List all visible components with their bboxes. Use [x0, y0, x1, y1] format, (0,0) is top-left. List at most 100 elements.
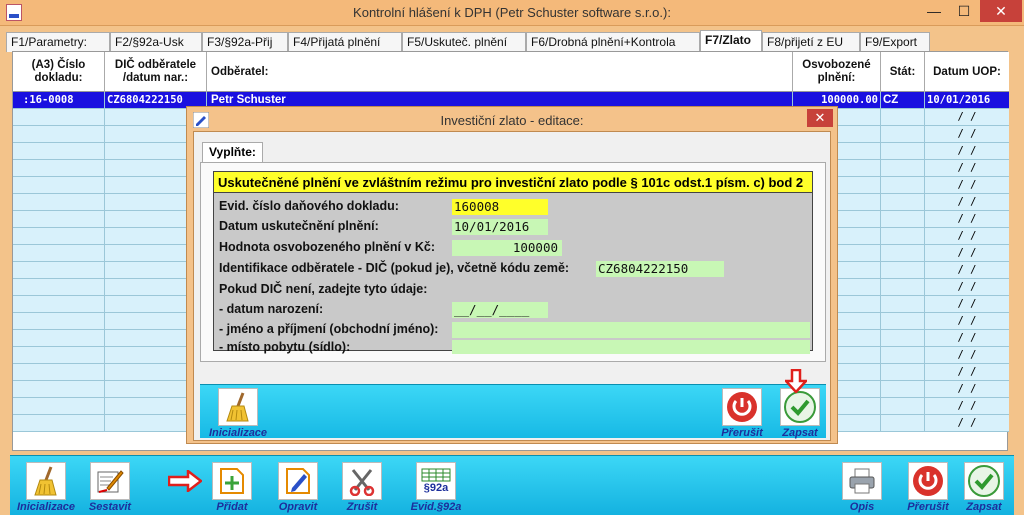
dialog-tab-panel: Uskutečněné plnění ve zvláštním režimu p… — [200, 162, 826, 362]
table-cell: / / — [957, 383, 977, 395]
dialog-footer: Inicializace Přerušit Zapsat — [200, 384, 826, 439]
date-input[interactable]: 10/01/2016 — [452, 219, 548, 235]
address-input[interactable] — [452, 340, 810, 354]
dialog-save-button[interactable]: Zapsat — [778, 388, 822, 439]
init-button[interactable]: Inicializace — [16, 462, 76, 513]
dialog-cancel-button[interactable]: Přerušit — [720, 388, 764, 439]
table-cell — [881, 160, 925, 177]
table-cell — [881, 177, 925, 194]
name-input[interactable] — [452, 322, 810, 338]
cell-date: 10/01/2016 — [927, 94, 991, 106]
cancel-button[interactable]: Přerušit — [906, 462, 950, 513]
gold-form: Uskutečněné plnění ve zvláštním režimu p… — [213, 171, 813, 354]
tab-uskutec-plneni[interactable]: F5/Uskuteč. plnění — [402, 32, 526, 52]
power-icon — [722, 388, 762, 426]
name-label: - jméno a příjmení (obchodní jméno): — [219, 322, 439, 336]
col-header-dic: DIČ odběratele /datum nar.: — [105, 52, 207, 92]
table-cell — [13, 194, 105, 211]
table-cell: / / — [957, 315, 977, 327]
save-button[interactable]: Zapsat — [962, 462, 1006, 513]
table-cell — [881, 398, 925, 415]
add-label: Přidat — [216, 501, 248, 513]
table-cell — [881, 228, 925, 245]
table-cell — [13, 228, 105, 245]
table-cell — [881, 279, 925, 296]
table-cell — [13, 262, 105, 279]
add-button[interactable]: Přidat — [210, 462, 254, 513]
tab-zlato[interactable]: F7/Zlato — [700, 30, 762, 53]
tab-drobna-plneni[interactable]: F6/Drobná plnění+Kontrola — [526, 32, 700, 52]
table-cell: / / — [957, 366, 977, 378]
dic-input[interactable]: CZ6804222150 — [596, 261, 724, 277]
dic-label: Identifikace odběratele - DIČ (pokud je)… — [219, 261, 570, 275]
table-cell: / / — [957, 247, 977, 259]
table-cell: / / — [957, 196, 977, 208]
window-title: Kontrolní hlášení k DPH (Petr Schuster s… — [353, 5, 671, 20]
table-cell — [881, 381, 925, 398]
broom-icon — [218, 388, 258, 426]
table-cell — [13, 347, 105, 364]
dialog-close-button[interactable]: ✕ — [807, 109, 833, 127]
table-cell: / / — [957, 400, 977, 412]
minimize-button[interactable]: — — [920, 0, 948, 22]
tab-prijata-plneni[interactable]: F4/Přijatá plnění — [288, 32, 402, 52]
cancel-label: Přerušit — [907, 501, 949, 513]
save-label: Zapsat — [966, 501, 1002, 513]
table-cell — [881, 194, 925, 211]
maximize-button[interactable]: ☐ — [950, 0, 978, 22]
tab-prijeti-z-eu[interactable]: F8/přijetí z EU — [762, 32, 860, 52]
bottom-toolbar: Inicializace Sestavit Přidat Opravit Zru… — [10, 455, 1014, 515]
form-heading: Uskutečněné plnění ve zvláštním režimu p… — [214, 172, 812, 193]
print-label: Opis — [849, 501, 875, 513]
dialog-init-label: Inicializace — [208, 427, 268, 439]
tab-parametry[interactable]: F1/Parametry: — [6, 32, 110, 52]
close-button[interactable]: ✕ — [980, 0, 1022, 22]
red-arrow-right-icon — [168, 470, 202, 492]
table-cell — [13, 160, 105, 177]
amount-label: Hodnota osvobozeného plnění v Kč: — [219, 240, 435, 254]
power-icon — [908, 462, 948, 500]
tab-92a-usk[interactable]: F2/§92a-Usk — [110, 32, 202, 52]
table-cell: / / — [957, 298, 977, 310]
table-cell — [13, 364, 105, 381]
title-bar: Kontrolní hlášení k DPH (Petr Schuster s… — [0, 0, 1024, 26]
tab-vyplnte[interactable]: Vyplňte: — [202, 142, 263, 162]
edit-label: Opravit — [278, 501, 318, 513]
table-cell: / / — [957, 128, 977, 140]
table-cell — [881, 143, 925, 160]
evid-92a-button[interactable]: §92a Evid.§92a — [408, 462, 464, 513]
col-header-doc: (A3) Číslo dokladu: — [13, 52, 105, 92]
dialog-init-button[interactable]: Inicializace — [208, 388, 268, 439]
dialog-cancel-label: Přerušit — [721, 427, 763, 439]
amount-input[interactable]: 100000 — [452, 240, 562, 256]
print-button[interactable]: Opis — [840, 462, 884, 513]
table-cell: / / — [957, 332, 977, 344]
tab-92a-prij[interactable]: F3/§92a-Přij — [202, 32, 288, 52]
doc-no-input[interactable]: 160008 — [452, 199, 548, 215]
cell-doc: :16-0008 — [13, 92, 105, 109]
tab-export[interactable]: F9/Export — [860, 32, 930, 52]
delete-button[interactable]: Zrušit — [340, 462, 384, 513]
compose-button[interactable]: Sestavit — [88, 462, 132, 513]
table-cell: / / — [957, 349, 977, 361]
grid-header: (A3) Číslo dokladu: DIČ odběratele /datu… — [13, 52, 1009, 92]
table-cell: / / — [957, 145, 977, 157]
col-header-state: Stát: — [881, 52, 925, 92]
table-cell — [13, 177, 105, 194]
table-cell — [13, 126, 105, 143]
table-cell: / / — [957, 417, 977, 429]
table-cell: / / — [957, 111, 977, 123]
col-header-amount: Osvobozené plnění: — [793, 52, 881, 92]
birth-input[interactable]: __/__/____ — [452, 302, 548, 318]
compose-label: Sestavit — [88, 501, 132, 513]
table-cell — [881, 313, 925, 330]
delete-label: Zrušit — [346, 501, 378, 513]
table-cell — [13, 109, 105, 126]
edit-button[interactable]: Opravit — [276, 462, 320, 513]
add-document-icon — [212, 462, 252, 500]
init-label: Inicializace — [16, 501, 76, 513]
table-cell — [881, 109, 925, 126]
table-cell — [881, 347, 925, 364]
table-cell — [13, 211, 105, 228]
table-cell: / / — [957, 179, 977, 191]
